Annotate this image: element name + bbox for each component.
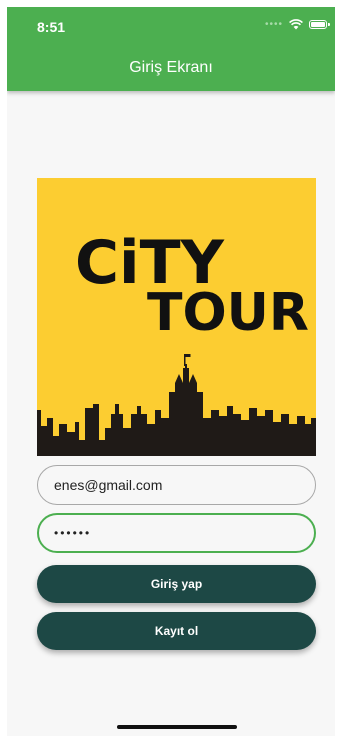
tower-flag xyxy=(185,354,191,357)
battery-icon xyxy=(309,20,330,29)
password-value: •••••• xyxy=(54,526,92,540)
wifi-icon xyxy=(289,19,303,30)
register-button[interactable]: Kayıt ol xyxy=(37,612,316,650)
signal-icon: •••• xyxy=(264,19,283,30)
status-icons: •••• xyxy=(264,19,330,30)
email-field[interactable]: enes@gmail.com xyxy=(37,465,316,505)
app-screen: 8:51 •••• Giriş Ekranı CiTY TOUR enes@gm… xyxy=(7,7,335,736)
city-tour-logo: CiTY TOUR xyxy=(37,178,316,456)
register-button-label: Kayıt ol xyxy=(154,624,199,638)
status-time: 8:51 xyxy=(37,19,66,35)
logo-text-tour: TOUR xyxy=(147,283,309,343)
home-indicator[interactable] xyxy=(117,725,237,729)
login-button[interactable]: Giriş yap xyxy=(37,565,316,603)
tower-flagpole xyxy=(184,354,186,366)
login-button-label: Giriş yap xyxy=(150,577,203,591)
logo-image: CiTY TOUR xyxy=(37,178,316,456)
email-value: enes@gmail.com xyxy=(54,477,163,493)
app-bar: 8:51 •••• Giriş Ekranı xyxy=(7,7,335,91)
password-field[interactable]: •••••• xyxy=(37,513,316,553)
page-title: Giriş Ekranı xyxy=(129,59,213,76)
